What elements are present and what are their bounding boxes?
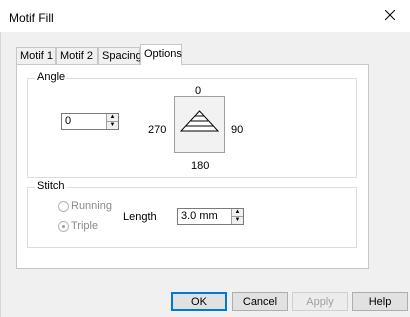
spin-down-button[interactable]: ▼ [107, 121, 118, 129]
spin-down-button[interactable]: ▼ [232, 216, 243, 224]
angle-spinner-buttons: ▲ ▼ [106, 114, 118, 129]
length-label: Length [123, 211, 157, 223]
help-button[interactable]: Help [352, 292, 408, 311]
tab-motif-1[interactable]: Motif 1 [16, 47, 56, 64]
radio-running-label: Running [71, 200, 112, 212]
spin-up-button[interactable]: ▲ [232, 209, 243, 216]
compass-label-left: 270 [148, 124, 167, 136]
close-button[interactable] [370, 0, 410, 32]
close-icon [384, 9, 396, 23]
radio-triple[interactable] [58, 221, 69, 232]
length-value: 3.0 mm [181, 210, 218, 222]
angle-spinner[interactable]: 0 ▲ ▼ [61, 113, 119, 130]
length-spinner-buttons: ▲ ▼ [231, 209, 243, 224]
chevron-down-icon: ▼ [109, 122, 116, 128]
tab-options[interactable]: Options [140, 44, 182, 65]
apply-button[interactable]: Apply [292, 292, 348, 311]
title-bar: Motif Fill [0, 0, 410, 32]
angle-value: 0 [65, 115, 72, 127]
stitch-group-label: Stitch [35, 180, 67, 192]
tab-spacing[interactable]: Spacing [98, 47, 142, 64]
angle-compass[interactable] [174, 96, 225, 153]
tab-motif-2[interactable]: Motif 2 [56, 47, 98, 64]
chevron-down-icon: ▼ [234, 217, 241, 223]
window-title: Motif Fill [9, 11, 54, 25]
length-spinner[interactable]: 3.0 mm ▲ ▼ [177, 208, 244, 225]
chevron-up-icon: ▲ [234, 209, 241, 215]
compass-label-right: 90 [231, 124, 244, 136]
radio-running[interactable] [58, 201, 69, 212]
compass-label-bottom: 180 [191, 160, 210, 172]
cancel-button[interactable]: Cancel [232, 292, 288, 311]
radio-triple-label: Triple [71, 220, 99, 232]
ok-button[interactable]: OK [171, 292, 227, 311]
angle-group-label: Angle [35, 71, 68, 83]
spin-up-button[interactable]: ▲ [107, 114, 118, 121]
chevron-up-icon: ▲ [109, 114, 116, 120]
